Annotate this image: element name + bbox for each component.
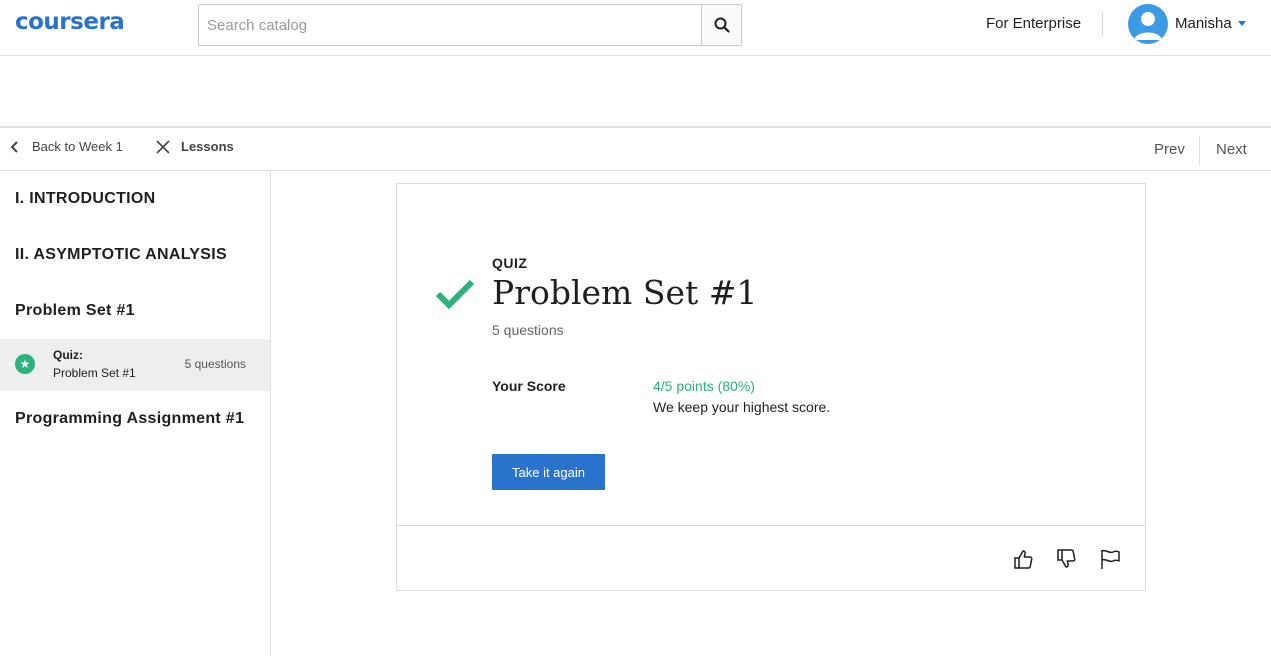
quiz-card: QUIZ Problem Set #1 5 questions Your Sco… [396,183,1146,591]
sidebar-section-programming-assignment[interactable]: Programming Assignment #1 [15,410,244,428]
thumbs-down-icon[interactable] [1055,548,1077,570]
sidebar-item-type: Quiz: [53,348,83,362]
prev-button[interactable]: Prev [1154,141,1185,158]
sidebar-section-introduction[interactable]: I. INTRODUCTION [15,190,156,208]
next-button[interactable]: Next [1216,141,1247,158]
quiz-question-count: 5 questions [492,322,564,338]
take-it-again-button[interactable]: Take it again [492,454,605,490]
sidebar-item-quiz[interactable]: ★ Quiz: Problem Set #1 5 questions [0,339,270,391]
user-avatar[interactable] [1128,4,1168,44]
star-completed-icon: ★ [15,354,35,374]
sidebar-item-count: 5 questions [184,357,246,371]
lessons-label: Lessons [181,139,234,154]
close-icon [156,139,170,154]
quiz-title: Problem Set #1 [492,273,758,312]
sidebar-section-problem-set[interactable]: Problem Set #1 [15,302,135,320]
feedback-bar [397,525,1145,591]
for-enterprise-link[interactable]: For Enterprise [986,15,1081,32]
back-to-week-link[interactable]: Back to Week 1 [10,139,123,154]
score-label: Your Score [492,378,566,394]
search-icon [714,17,730,33]
search-button[interactable] [701,5,741,45]
user-icon [1134,12,1162,40]
thumbs-up-icon[interactable] [1012,548,1034,570]
sidebar-item-name: Problem Set #1 [53,366,136,380]
search-input[interactable] [199,5,701,45]
lessons-toggle[interactable]: Lessons [156,139,234,154]
back-link-label: Back to Week 1 [32,139,123,154]
sidebar-section-asymptotic-analysis[interactable]: II. ASYMPTOTIC ANALYSIS [15,246,227,264]
lesson-sidebar: I. INTRODUCTION II. ASYMPTOTIC ANALYSIS … [0,171,271,656]
top-header: coursera For Enterprise Manisha [0,0,1271,56]
checkmark-icon [435,279,475,310]
coursera-logo[interactable]: coursera [15,9,125,35]
lesson-nav: Back to Week 1 Lessons Prev Next [0,126,1271,171]
search-bar [198,4,742,46]
flag-icon[interactable] [1099,548,1121,570]
header-divider [1102,11,1103,37]
chevron-down-icon[interactable] [1238,21,1246,26]
score-note: We keep your highest score. [653,399,831,415]
chevron-left-icon [10,140,18,153]
quiz-type-label: QUIZ [492,255,528,271]
score-value: 4/5 points (80%) [653,378,755,394]
user-name[interactable]: Manisha [1175,15,1232,32]
nav-divider [1199,136,1200,166]
